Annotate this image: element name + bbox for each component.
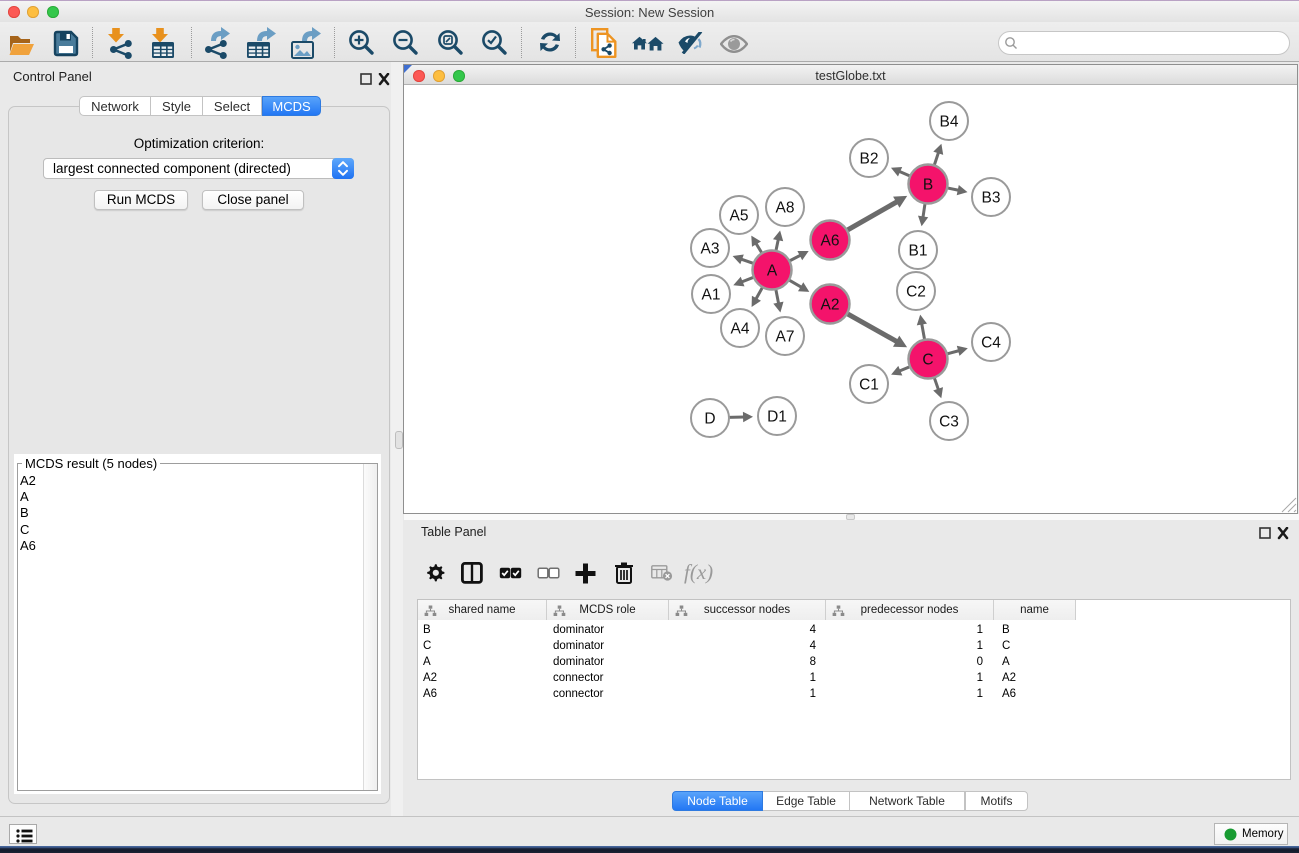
svg-text:B3: B3	[982, 190, 1001, 207]
svg-text:A4: A4	[731, 321, 750, 338]
svg-text:B1: B1	[909, 243, 928, 260]
svg-text:B4: B4	[940, 114, 959, 131]
svg-text:B: B	[923, 177, 933, 194]
svg-text:C3: C3	[939, 414, 959, 431]
svg-text:B2: B2	[860, 151, 879, 168]
svg-text:A: A	[767, 263, 778, 280]
svg-text:A5: A5	[730, 208, 749, 225]
svg-text:D1: D1	[767, 409, 787, 426]
svg-text:A2: A2	[821, 297, 840, 314]
svg-text:C1: C1	[859, 377, 879, 394]
svg-text:D: D	[704, 411, 715, 428]
svg-text:A3: A3	[701, 241, 720, 258]
svg-text:C: C	[922, 352, 933, 369]
svg-text:A6: A6	[821, 233, 840, 250]
svg-text:A8: A8	[776, 200, 795, 217]
svg-text:A1: A1	[702, 287, 721, 304]
svg-text:A7: A7	[776, 329, 795, 346]
svg-text:C4: C4	[981, 335, 1001, 352]
svg-text:C2: C2	[906, 284, 926, 301]
